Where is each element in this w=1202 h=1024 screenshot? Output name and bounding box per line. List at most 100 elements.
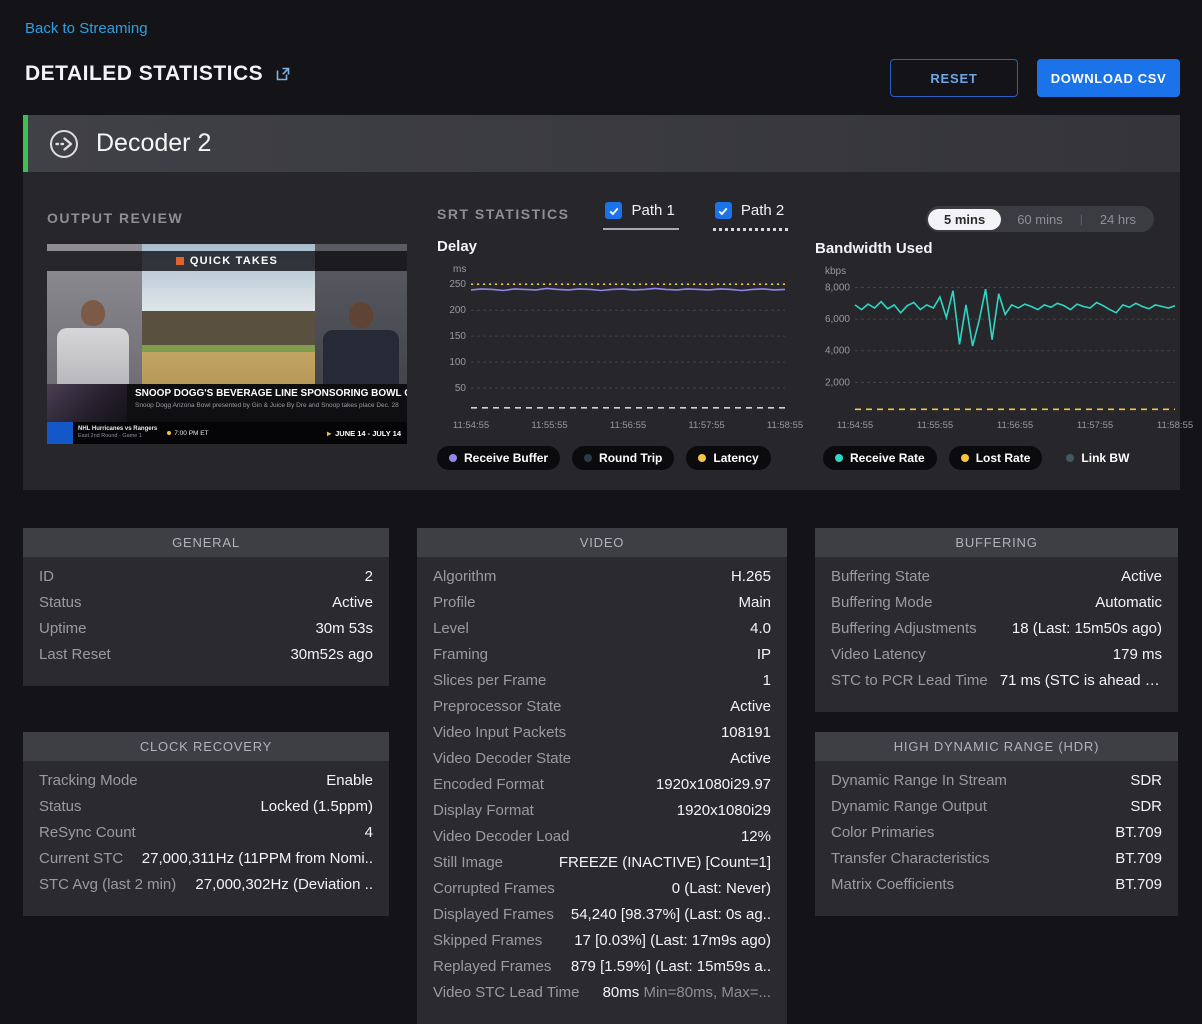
- legend-dot-icon: [698, 454, 706, 462]
- stat-row: Matrix CoefficientsBT.709: [815, 872, 1178, 898]
- svg-text:100: 100: [449, 357, 466, 368]
- legend-dot-icon: [961, 454, 969, 462]
- page-title-text: DETAILED STATISTICS: [25, 62, 263, 86]
- stat-label: Buffering Adjustments: [831, 620, 977, 638]
- stat-label: Color Primaries: [831, 824, 934, 842]
- legend-receive-rate[interactable]: Receive Rate: [823, 446, 937, 470]
- stat-label: Skipped Frames: [433, 932, 542, 950]
- path1-toggle[interactable]: Path 1: [603, 200, 678, 230]
- stat-value: BT.709: [1115, 850, 1162, 868]
- stat-label: ID: [39, 568, 54, 586]
- legend-label: Receive Rate: [850, 451, 925, 465]
- path2-checkbox[interactable]: [715, 202, 732, 219]
- path2-label: Path 2: [741, 202, 784, 219]
- stat-label: Tracking Mode: [39, 772, 138, 790]
- stat-row: Video Decoder StateActive: [417, 746, 787, 772]
- stat-row: ProfileMain: [417, 590, 787, 616]
- stat-value: 4.0: [750, 620, 771, 638]
- stat-row: Replayed Frames879 [1.59%] (Last: 15m59s…: [417, 954, 787, 980]
- legend-label: Round Trip: [599, 451, 662, 465]
- thumb-banner-text: QUICK TAKES: [190, 255, 278, 267]
- stat-row: Dynamic Range OutputSDR: [815, 794, 1178, 820]
- stat-label: Matrix Coefficients: [831, 876, 954, 894]
- stat-label: Transfer Characteristics: [831, 850, 990, 868]
- legend-dot-icon: [584, 454, 592, 462]
- range-24-hrs[interactable]: 24 hrs: [1084, 209, 1152, 230]
- back-to-streaming-link[interactable]: Back to Streaming: [25, 20, 148, 37]
- stat-value: 27,000,302Hz (Deviation ..: [195, 876, 373, 894]
- time-range-toggle: 5 mins60 mins|24 hrs: [926, 206, 1154, 232]
- stat-value: Active: [730, 698, 771, 716]
- card-general-body: ID2StatusActiveUptime30m 53sLast Reset30…: [23, 557, 389, 686]
- thumb-person-left: [57, 300, 129, 384]
- legend-lost-rate[interactable]: Lost Rate: [949, 446, 1043, 470]
- stat-value: 18 (Last: 15m50s ago): [1012, 620, 1162, 638]
- stat-row: ReSync Count4: [23, 820, 389, 846]
- path2-toggle[interactable]: Path 2: [713, 200, 788, 231]
- stat-label: Preprocessor State: [433, 698, 561, 716]
- stat-label: Uptime: [39, 620, 87, 638]
- stat-row: Tracking ModeEnable: [23, 768, 389, 794]
- card-general-title: GENERAL: [23, 528, 389, 557]
- legend-dot-icon: [835, 454, 843, 462]
- stat-row: Preprocessor State Active: [417, 694, 787, 720]
- stat-label: Current STC: [39, 850, 123, 868]
- stat-row: Buffering Adjustments 18 (Last: 15m50s ag…: [815, 616, 1178, 642]
- stat-value: 1920x1080i29.97: [656, 776, 771, 794]
- legend-link-bw[interactable]: Link BW: [1054, 446, 1141, 470]
- stat-value-dim: Min=80ms, Max=...: [639, 984, 771, 1001]
- thumb-inset-image: [47, 384, 127, 422]
- stat-value: Active: [1121, 568, 1162, 586]
- external-link-icon[interactable]: [275, 66, 291, 82]
- stat-label: Framing: [433, 646, 488, 664]
- reset-button[interactable]: RESET: [890, 59, 1018, 97]
- legend-label: Latency: [713, 451, 758, 465]
- legend-receive-buffer[interactable]: Receive Buffer: [437, 446, 560, 470]
- card-video-body: AlgorithmH.265ProfileMainLevel4.0Framing…: [417, 557, 787, 1024]
- stat-row: Buffering StateActive: [815, 564, 1178, 590]
- legend-label: Link BW: [1081, 451, 1129, 465]
- path1-label: Path 1: [631, 202, 674, 219]
- decoder-icon: [48, 128, 80, 160]
- svg-text:150: 150: [449, 331, 466, 342]
- stat-value: Locked (1.5ppm): [260, 798, 373, 816]
- stat-value: 879 [1.59%] (Last: 15m59s a..: [571, 958, 771, 976]
- stat-label: Last Reset: [39, 646, 111, 664]
- range-5-mins[interactable]: 5 mins: [928, 209, 1001, 230]
- thumb-banner: QUICK TAKES: [47, 251, 407, 271]
- stat-row: Level4.0: [417, 616, 787, 642]
- legend-latency[interactable]: Latency: [686, 446, 770, 470]
- stat-row: Video STC Lead Time80ms Min=80ms, Max=..…: [417, 980, 787, 1006]
- stat-label: Video Input Packets: [433, 724, 566, 742]
- range-60-mins[interactable]: 60 mins: [1001, 209, 1079, 230]
- svg-text:11:57:55: 11:57:55: [688, 420, 724, 431]
- card-buffering-body: Buffering StateActiveBuffering ModeAutom…: [815, 557, 1178, 712]
- stat-value: 54,240 [98.37%] (Last: 0s ag..: [571, 906, 771, 924]
- stat-label: Algorithm: [433, 568, 496, 586]
- svg-text:200: 200: [449, 305, 466, 316]
- decoder-name: Decoder 2: [96, 129, 211, 158]
- stat-label: Buffering Mode: [831, 594, 932, 612]
- download-csv-button[interactable]: DOWNLOAD CSV: [1037, 59, 1180, 97]
- stat-label: Display Format: [433, 802, 534, 820]
- stat-label: Slices per Frame: [433, 672, 546, 690]
- stat-value: BT.709: [1115, 824, 1162, 842]
- stat-label: ReSync Count: [39, 824, 136, 842]
- delay-chart-svg: 5010015020025011:54:5511:55:5511:56:5511…: [437, 272, 791, 432]
- thumb-banner-logo-icon: [176, 257, 184, 265]
- legend-round-trip[interactable]: Round Trip: [572, 446, 674, 470]
- stat-row: FramingIP: [417, 642, 787, 668]
- stat-value: H.265: [731, 568, 771, 586]
- stat-label: Dynamic Range In Stream: [831, 772, 1007, 790]
- legend-dot-icon: [1066, 454, 1074, 462]
- stat-row: Video Decoder Load12%: [417, 824, 787, 850]
- stat-label: Video Decoder State: [433, 750, 571, 768]
- stat-row: Buffering ModeAutomatic: [815, 590, 1178, 616]
- path1-checkbox[interactable]: [605, 202, 622, 219]
- stat-label: Encoded Format: [433, 776, 544, 794]
- stat-value: 0 (Last: Never): [672, 880, 771, 898]
- card-general: GENERAL ID2StatusActiveUptime30m 53sLast…: [23, 528, 389, 686]
- svg-text:250: 250: [449, 279, 466, 290]
- stat-row: Last Reset30m52s ago: [23, 642, 389, 668]
- legend-dot-icon: [449, 454, 457, 462]
